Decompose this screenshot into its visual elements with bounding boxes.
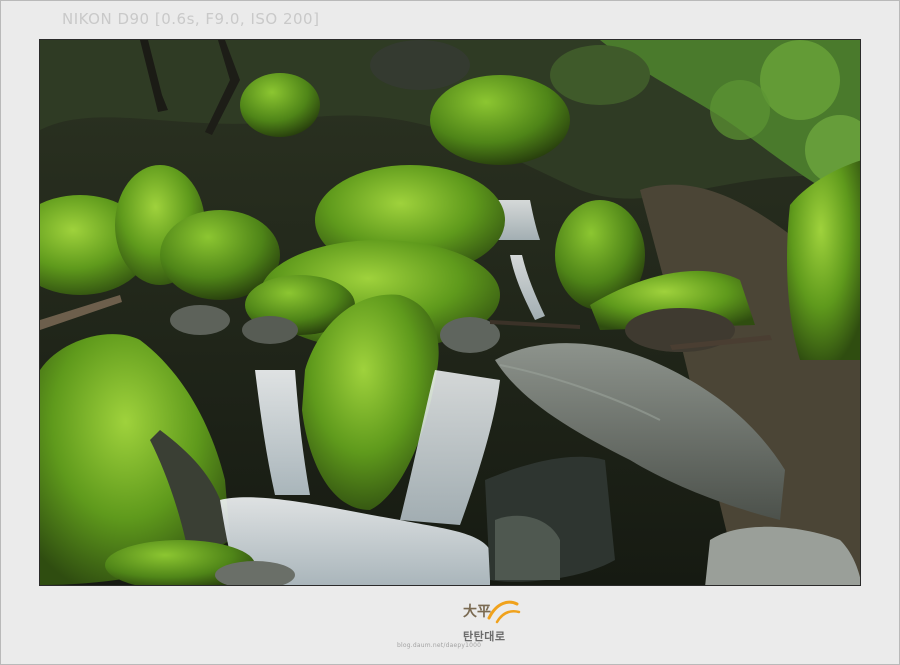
exif-caption: NIKON D90 [0.6s, F9.0, ISO 200] [62,10,319,28]
watermark-url: blog.daum.net/daepy1000 [397,642,482,649]
waterfall-photo [39,39,861,586]
waterfall-illustration [40,40,860,585]
camera-settings: [0.6s, F9.0, ISO 200] [154,10,320,28]
camera-model: NIKON D90 [62,10,150,28]
watermark-logo: 大平 탄탄대로 blog.daum.net/daepy1000 [395,598,521,654]
watermark-mark: 大平 [463,604,491,620]
